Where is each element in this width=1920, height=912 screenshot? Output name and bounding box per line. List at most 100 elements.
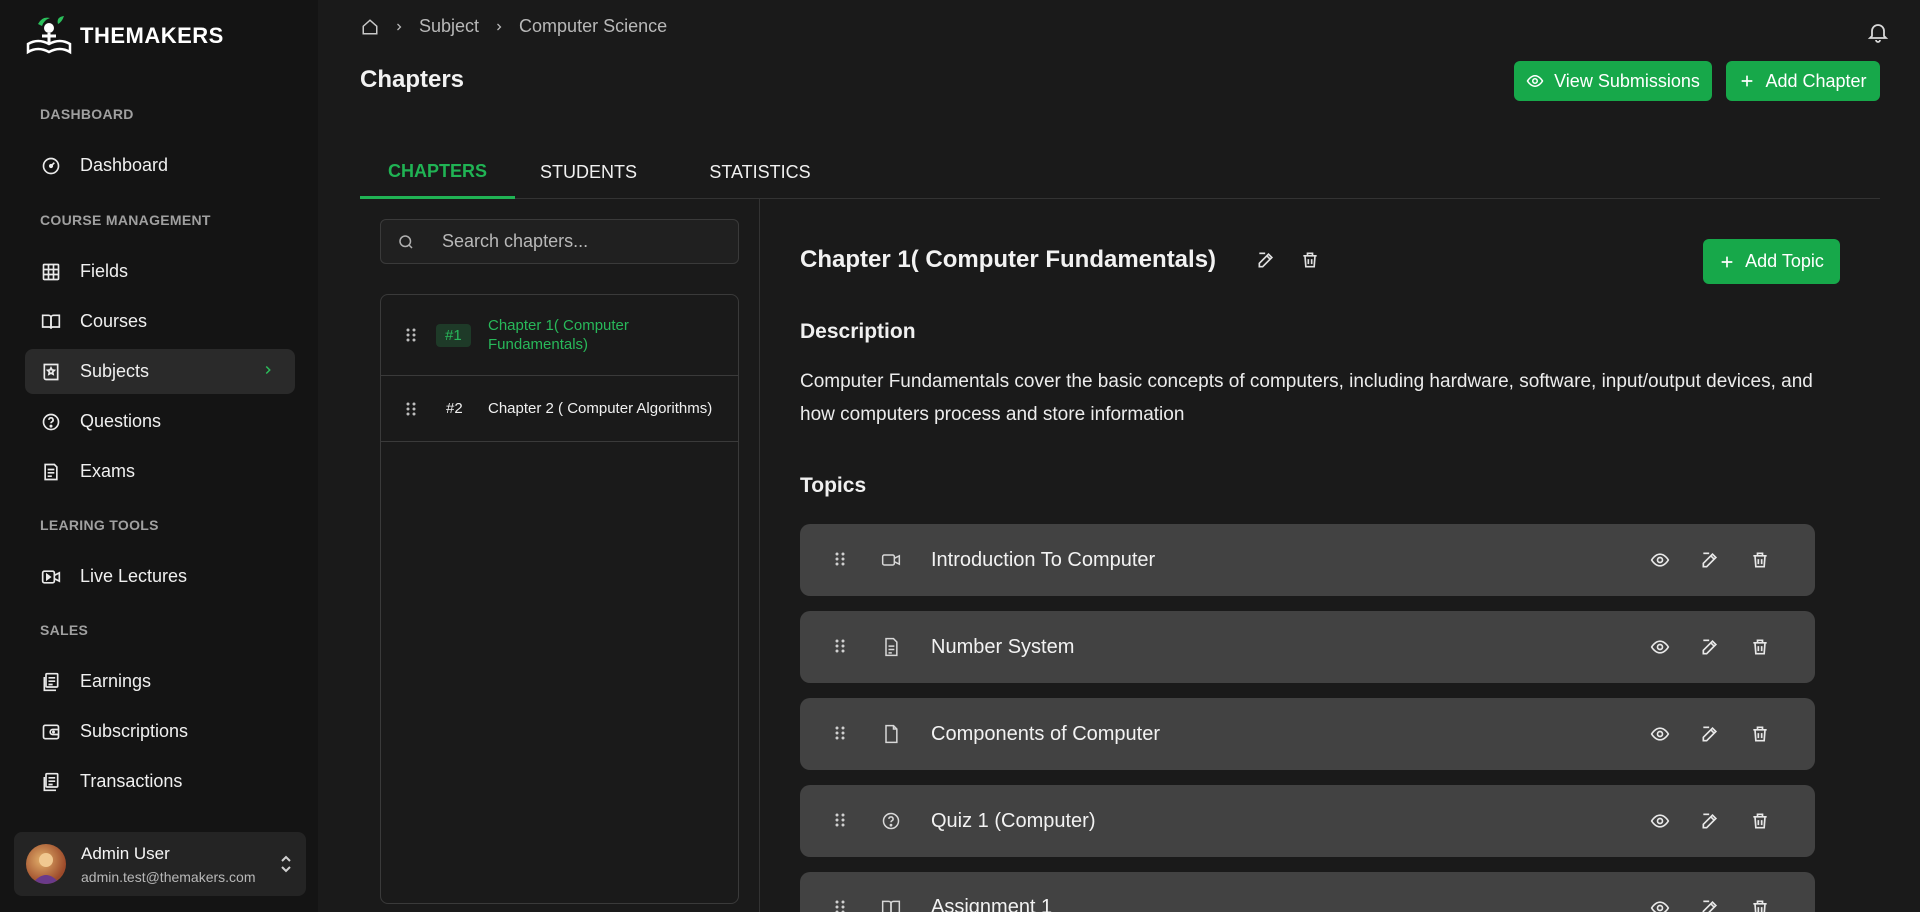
description-heading: Description: [800, 320, 916, 343]
eye-icon[interactable]: [1650, 811, 1670, 831]
topic-title: Components of Computer: [931, 722, 1161, 745]
trash-icon[interactable]: [1300, 250, 1320, 270]
grid-icon: [41, 262, 61, 282]
chapter-item[interactable]: #2 Chapter 2 ( Computer Algorithms): [381, 376, 738, 442]
topic-card[interactable]: Assignment 1: [800, 872, 1815, 912]
section-label-sales: SALES: [40, 622, 89, 638]
chevron-right-icon: [261, 363, 275, 377]
topic-title: Assignment 1: [931, 896, 1053, 912]
chapter-detail-title: Chapter 1( Computer Fundamentals): [800, 246, 1217, 273]
gauge-icon: [41, 156, 61, 176]
brand-logo[interactable]: THEMAKERS: [24, 14, 224, 58]
add-topic-label: Add Topic: [1745, 251, 1824, 271]
sidebar-item-exams[interactable]: Exams: [25, 449, 295, 494]
file-icon: [881, 724, 901, 744]
trash-icon[interactable]: [1750, 898, 1770, 912]
book-open-icon: [881, 898, 901, 912]
trash-icon[interactable]: [1750, 550, 1770, 570]
video-icon: [881, 550, 901, 570]
receipt-icon: [41, 672, 61, 692]
add-chapter-button[interactable]: Add Chapter: [1726, 61, 1880, 101]
view-submissions-label: View Submissions: [1554, 70, 1700, 91]
section-label-learning-tools: LEARING TOOLS: [40, 517, 159, 533]
edit-icon[interactable]: [1700, 637, 1720, 657]
sidebar-item-label: Transactions: [80, 771, 183, 791]
receipt-icon: [41, 772, 61, 792]
breadcrumb: Subject Computer Science: [361, 16, 667, 37]
drag-handle-icon[interactable]: [834, 725, 846, 741]
sidebar-item-subscriptions[interactable]: Subscriptions: [25, 709, 295, 754]
edit-icon[interactable]: [1700, 550, 1720, 570]
topic-card[interactable]: Components of Computer: [800, 698, 1815, 770]
view-submissions-button[interactable]: View Submissions: [1514, 61, 1712, 101]
sidebar-item-label: Fields: [80, 261, 129, 281]
trash-icon[interactable]: [1750, 724, 1770, 744]
drag-handle-icon[interactable]: [834, 551, 846, 567]
sidebar-item-live-lectures[interactable]: Live Lectures: [25, 554, 295, 599]
tab-chapters[interactable]: CHAPTERS: [360, 146, 515, 199]
section-label-course-management: COURSE MANAGEMENT: [40, 212, 211, 228]
drag-handle-icon[interactable]: [834, 638, 846, 654]
search-input[interactable]: [442, 231, 722, 252]
eye-icon[interactable]: [1650, 724, 1670, 744]
plus-icon: [1739, 73, 1755, 89]
chapter-item[interactable]: #1 Chapter 1( Computer Fundamentals): [381, 295, 738, 376]
tab-students[interactable]: STUDENTS: [526, 146, 651, 199]
chapter-search[interactable]: [380, 219, 739, 264]
chapter-description: Computer Fundamentals cover the basic co…: [800, 371, 1813, 425]
sidebar-item-earnings[interactable]: Earnings: [25, 659, 295, 704]
breadcrumb-subject[interactable]: Subject: [419, 16, 479, 37]
chapter-title: Chapter 1( Computer Fundamentals): [488, 317, 629, 353]
edit-icon[interactable]: [1700, 811, 1720, 831]
tab-statistics[interactable]: STATISTICS: [690, 146, 830, 199]
eye-icon[interactable]: [1650, 637, 1670, 657]
sidebar-item-subjects[interactable]: Subjects: [25, 349, 295, 394]
home-icon[interactable]: [361, 18, 379, 36]
topic-card[interactable]: Introduction To Computer: [800, 524, 1815, 596]
sidebar-item-label: Earnings: [80, 671, 152, 691]
sidebar-item-transactions[interactable]: Transactions: [25, 759, 295, 804]
sidebar-item-courses[interactable]: Courses: [25, 299, 295, 344]
drag-handle-icon[interactable]: [834, 899, 846, 912]
trash-icon[interactable]: [1750, 637, 1770, 657]
help-circle-icon: [881, 811, 901, 831]
sidebar-item-label: Questions: [80, 411, 162, 431]
bell-icon[interactable]: [1866, 20, 1890, 44]
user-menu[interactable]: Admin User admin.test@themakers.com: [14, 832, 306, 896]
sidebar-item-questions[interactable]: Questions: [25, 399, 295, 444]
edit-icon[interactable]: [1700, 898, 1720, 912]
drag-handle-icon[interactable]: [834, 812, 846, 828]
chapter-title: Chapter 2 ( Computer Algorithms): [488, 400, 713, 417]
search-icon: [397, 233, 415, 251]
add-chapter-label: Add Chapter: [1765, 70, 1867, 91]
edit-icon[interactable]: [1700, 724, 1720, 744]
panel-divider: [759, 199, 760, 912]
eye-icon[interactable]: [1650, 550, 1670, 570]
edit-icon[interactable]: [1256, 250, 1276, 270]
breadcrumb-computer-science[interactable]: Computer Science: [519, 16, 667, 37]
logo-icon: [24, 14, 74, 58]
sidebar-item-dashboard[interactable]: Dashboard: [25, 143, 295, 188]
sidebar-item-label: Subjects: [80, 361, 150, 381]
page-title: Chapters: [360, 66, 465, 93]
topic-card[interactable]: Quiz 1 (Computer): [800, 785, 1815, 857]
chevron-up-down-icon: [278, 854, 294, 874]
avatar: [26, 844, 66, 884]
help-circle-icon: [41, 412, 61, 432]
exam-doc-icon: [41, 462, 61, 482]
book-star-icon: [41, 362, 61, 382]
topics-heading: Topics: [800, 474, 867, 497]
eye-icon[interactable]: [1650, 898, 1670, 912]
add-topic-button[interactable]: Add Topic: [1703, 239, 1840, 284]
chevron-right-icon: [493, 21, 505, 33]
sidebar-item-fields[interactable]: Fields: [25, 249, 295, 294]
topic-title: Quiz 1 (Computer): [931, 809, 1096, 832]
drag-handle-icon[interactable]: [405, 327, 417, 343]
topic-card[interactable]: Number System: [800, 611, 1815, 683]
user-name: Admin User: [81, 843, 170, 863]
drag-handle-icon[interactable]: [405, 401, 417, 417]
chapter-number-badge: #1: [436, 323, 471, 347]
trash-icon[interactable]: [1750, 811, 1770, 831]
document-text-icon: [881, 637, 901, 657]
section-label-dashboard: DASHBOARD: [40, 106, 134, 122]
